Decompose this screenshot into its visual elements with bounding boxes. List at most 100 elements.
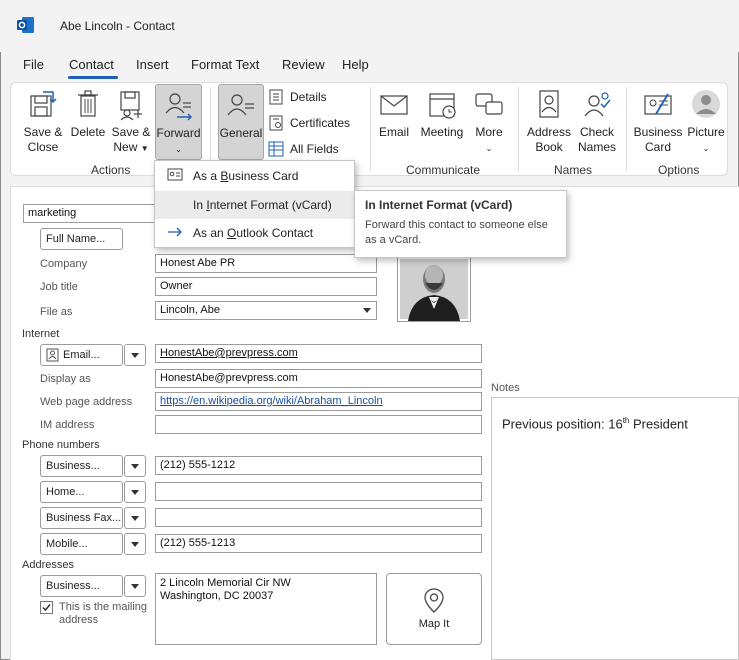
email-type-dropdown[interactable]: [124, 344, 146, 366]
menu-file[interactable]: File: [23, 56, 44, 78]
menu-insert[interactable]: Insert: [136, 56, 169, 78]
chevron-down-icon: [131, 464, 139, 469]
mobile-phone-button[interactable]: Mobile...: [40, 533, 123, 555]
business-phone-dropdown[interactable]: [124, 455, 146, 477]
file-as-label: File as: [40, 306, 73, 318]
save-close-label-2: Close: [27, 140, 59, 154]
forward-button[interactable]: Forward ⌄: [155, 84, 202, 160]
address-book-label-2: Book: [535, 140, 563, 154]
full-name-button[interactable]: Full Name...: [40, 228, 123, 250]
general-label: General: [219, 126, 263, 140]
im-address-field[interactable]: [155, 415, 482, 434]
email-field[interactable]: HonestAbe@prevpress.com: [155, 344, 482, 363]
mobile-phone-field[interactable]: (212) 555-1213: [155, 534, 482, 553]
dd-item-text: As a: [193, 169, 221, 183]
contact-person-icon: [46, 348, 59, 362]
general-button[interactable]: General: [218, 84, 264, 160]
forward-as-outlook-contact[interactable]: As an Outlook Contact: [155, 219, 354, 247]
calendar-icon: [429, 93, 456, 119]
addresses-section-label: Addresses: [22, 559, 74, 571]
more-chevron-down-icon: ⌄: [485, 144, 493, 153]
all-fields-button[interactable]: All Fields: [268, 139, 339, 159]
address-book-button[interactable]: Address Book: [525, 88, 573, 155]
certificates-button[interactable]: Certificates: [268, 113, 350, 133]
menu-review[interactable]: Review: [282, 56, 325, 78]
chevron-down-icon: [131, 584, 139, 589]
trash-icon: [78, 90, 98, 117]
address-field[interactable]: 2 Lincoln Memorial Cir NW Washington, DC…: [155, 573, 377, 645]
picture-label: Picture: [687, 125, 725, 139]
menu-format-text[interactable]: Format Text: [191, 56, 259, 78]
check-names-label-2: Names: [577, 140, 616, 154]
email-field-button[interactable]: Email...: [40, 344, 123, 366]
save-new-button[interactable]: Save & New ▼: [109, 88, 153, 156]
chevron-down-icon: [131, 490, 139, 495]
group-separator: [370, 87, 371, 171]
notes-label: Notes: [491, 382, 520, 394]
chevron-down-icon: [131, 516, 139, 521]
forward-as-business-card[interactable]: As a Business Card: [155, 162, 354, 190]
ribbon: Save & Close Delete Save & New ▼ Forward…: [10, 82, 728, 177]
file-as-value: Lincoln, Abe: [160, 304, 220, 316]
map-it-button[interactable]: Map It: [386, 573, 482, 645]
all-fields-label: All Fields: [290, 142, 339, 156]
picture-button[interactable]: Picture ⌄: [685, 88, 727, 156]
business-phone-button[interactable]: Business...: [40, 455, 123, 477]
group-separator: [210, 87, 211, 171]
business-card-icon: [644, 93, 672, 115]
meeting-button[interactable]: Meeting: [417, 88, 467, 140]
title-bar: Abe Lincoln - Contact: [0, 0, 739, 52]
group-label-communicate: Communicate: [406, 163, 481, 177]
dd-item-text: nternet Format (vCard): [209, 198, 332, 212]
contact-photo[interactable]: [397, 254, 471, 322]
business-fax-dropdown[interactable]: [124, 507, 146, 529]
more-label: More: [475, 125, 503, 139]
display-as-field[interactable]: HonestAbe@prevpress.com: [155, 369, 482, 388]
check-names-button[interactable]: Check Names: [574, 88, 620, 155]
more-button[interactable]: More ⌄: [471, 88, 507, 156]
home-phone-dropdown[interactable]: [124, 481, 146, 503]
job-title-label: Job title: [40, 281, 78, 293]
outlook-logo-icon: [17, 17, 34, 33]
dd-item-text: usiness Card: [228, 169, 299, 183]
chat-bubbles-icon: [475, 93, 503, 115]
all-fields-icon: [268, 141, 284, 157]
email-button-label: Email...: [63, 349, 100, 361]
active-tab-indicator: [68, 76, 118, 79]
mobile-phone-dropdown[interactable]: [124, 533, 146, 555]
details-button[interactable]: Details: [268, 87, 327, 107]
web-page-field[interactable]: https://en.wikipedia.org/wiki/Abraham_Li…: [155, 392, 482, 411]
save-new-icon: [120, 91, 142, 121]
address-type-dropdown[interactable]: [124, 575, 146, 597]
checkmark-icon: [42, 604, 51, 612]
mailing-address-checkbox[interactable]: [40, 601, 53, 614]
menu-contact[interactable]: Contact: [69, 56, 114, 78]
email-label: Email: [378, 125, 409, 139]
chevron-down-icon: [131, 542, 139, 547]
business-card-button[interactable]: Business Card: [633, 88, 683, 155]
dd-item-text: In: [193, 198, 207, 212]
business-phone-field[interactable]: (212) 555-1212: [155, 456, 482, 475]
home-phone-button[interactable]: Home...: [40, 481, 123, 503]
company-field[interactable]: Honest Abe PR: [155, 254, 377, 273]
save-close-button[interactable]: Save & Close: [21, 88, 65, 155]
address-type-button[interactable]: Business...: [40, 575, 123, 597]
email-button[interactable]: Email: [376, 88, 412, 140]
forward-dropdown-menu: As a Business Card In Internet Format (v…: [154, 160, 355, 248]
forward-in-internet-format[interactable]: In Internet Format (vCard): [155, 191, 354, 219]
envelope-icon: [380, 95, 408, 115]
business-fax-field[interactable]: [155, 508, 482, 527]
menu-help[interactable]: Help: [342, 56, 369, 78]
delete-button[interactable]: Delete: [69, 88, 107, 140]
map-it-label: Map It: [418, 618, 450, 630]
vcard-tooltip: In Internet Format (vCard) Forward this …: [354, 190, 567, 258]
certificates-label: Certificates: [290, 116, 351, 130]
business-fax-button[interactable]: Business Fax...: [40, 507, 123, 529]
notes-area[interactable]: Previous position: 16th President: [491, 397, 739, 660]
job-title-field[interactable]: Owner: [155, 277, 377, 296]
address-book-icon: [539, 90, 559, 118]
business-card-label-1: Business: [633, 125, 683, 139]
meeting-label: Meeting: [420, 125, 464, 139]
home-phone-field[interactable]: [155, 482, 482, 501]
file-as-select[interactable]: Lincoln, Abe: [155, 301, 377, 320]
